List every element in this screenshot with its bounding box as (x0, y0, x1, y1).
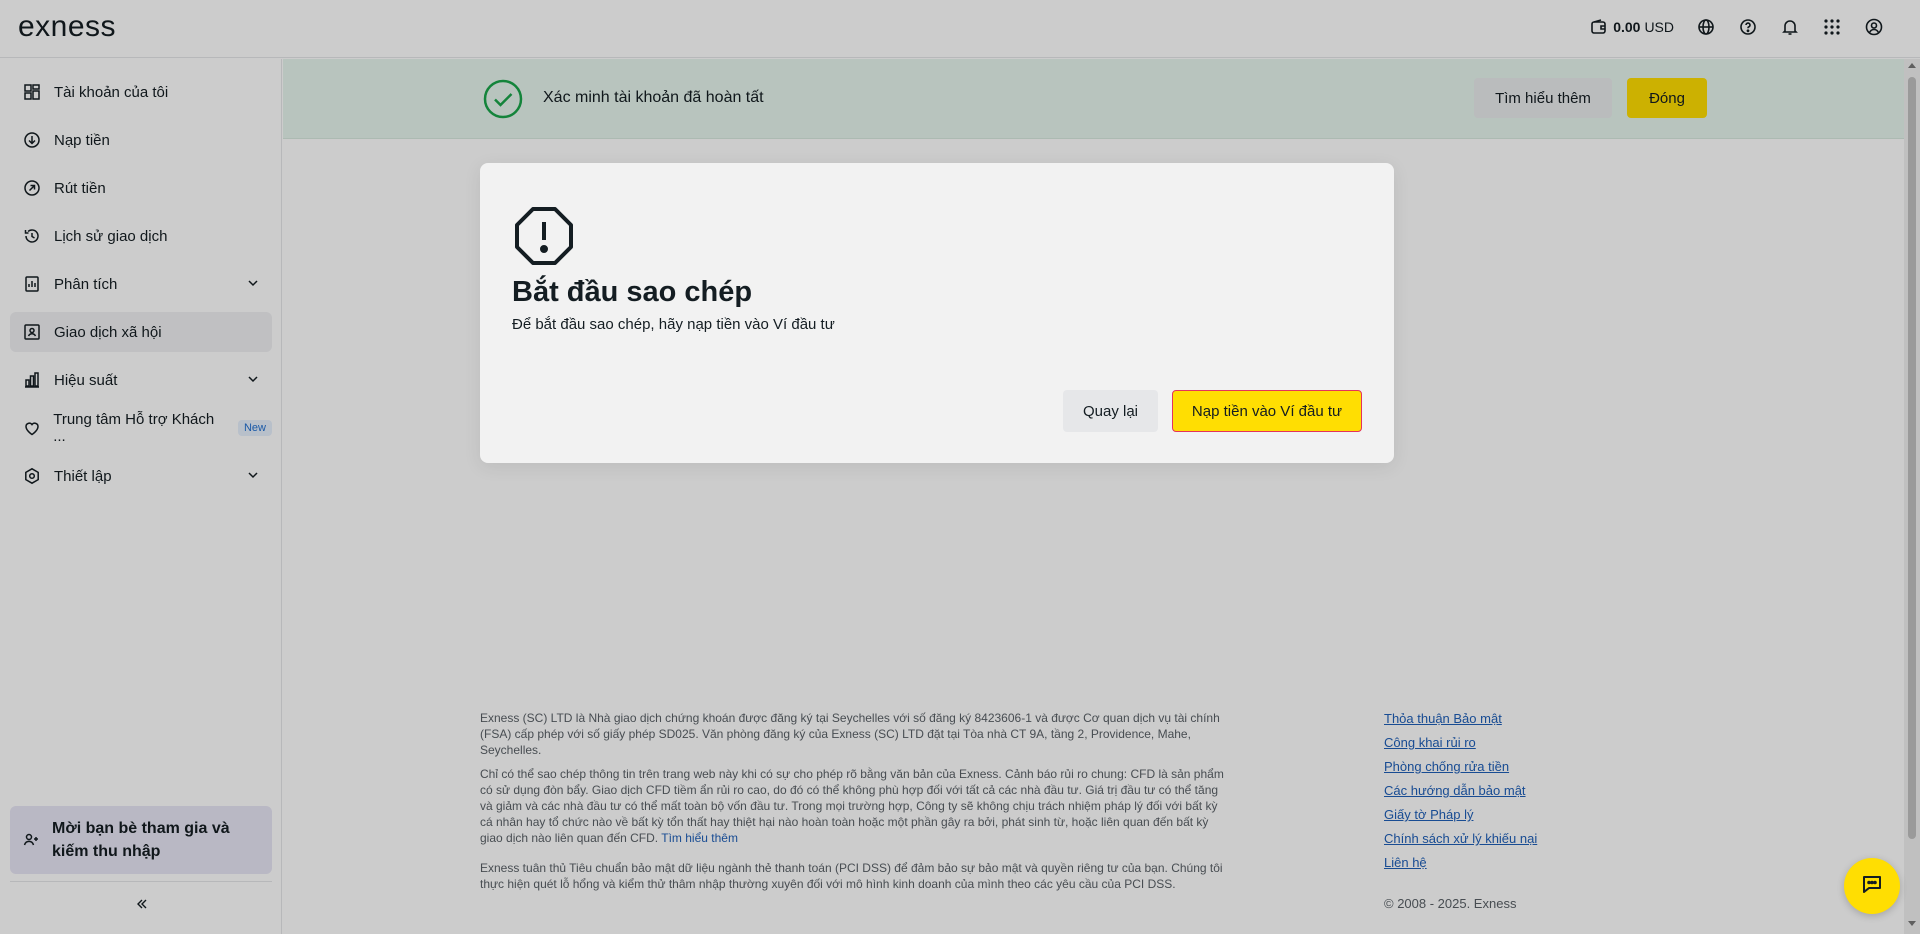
dialog-subtitle: Để bắt đầu sao chép, hãy nạp tiền vào Ví… (512, 316, 835, 333)
page: exness 0.00 USD Tài khoản của tôi Nạp ti… (0, 0, 1920, 934)
warning-octagon-icon (513, 205, 575, 272)
deposit-to-invest-wallet-button[interactable]: Nạp tiền vào Ví đầu tư (1172, 390, 1362, 432)
modal-overlay[interactable] (0, 0, 1920, 934)
back-button[interactable]: Quay lại (1063, 390, 1158, 432)
chat-icon (1860, 872, 1884, 901)
live-chat-button[interactable] (1844, 858, 1900, 914)
start-copying-dialog: Bắt đầu sao chép Để bắt đầu sao chép, hã… (480, 163, 1394, 463)
dialog-title: Bắt đầu sao chép (512, 276, 753, 308)
